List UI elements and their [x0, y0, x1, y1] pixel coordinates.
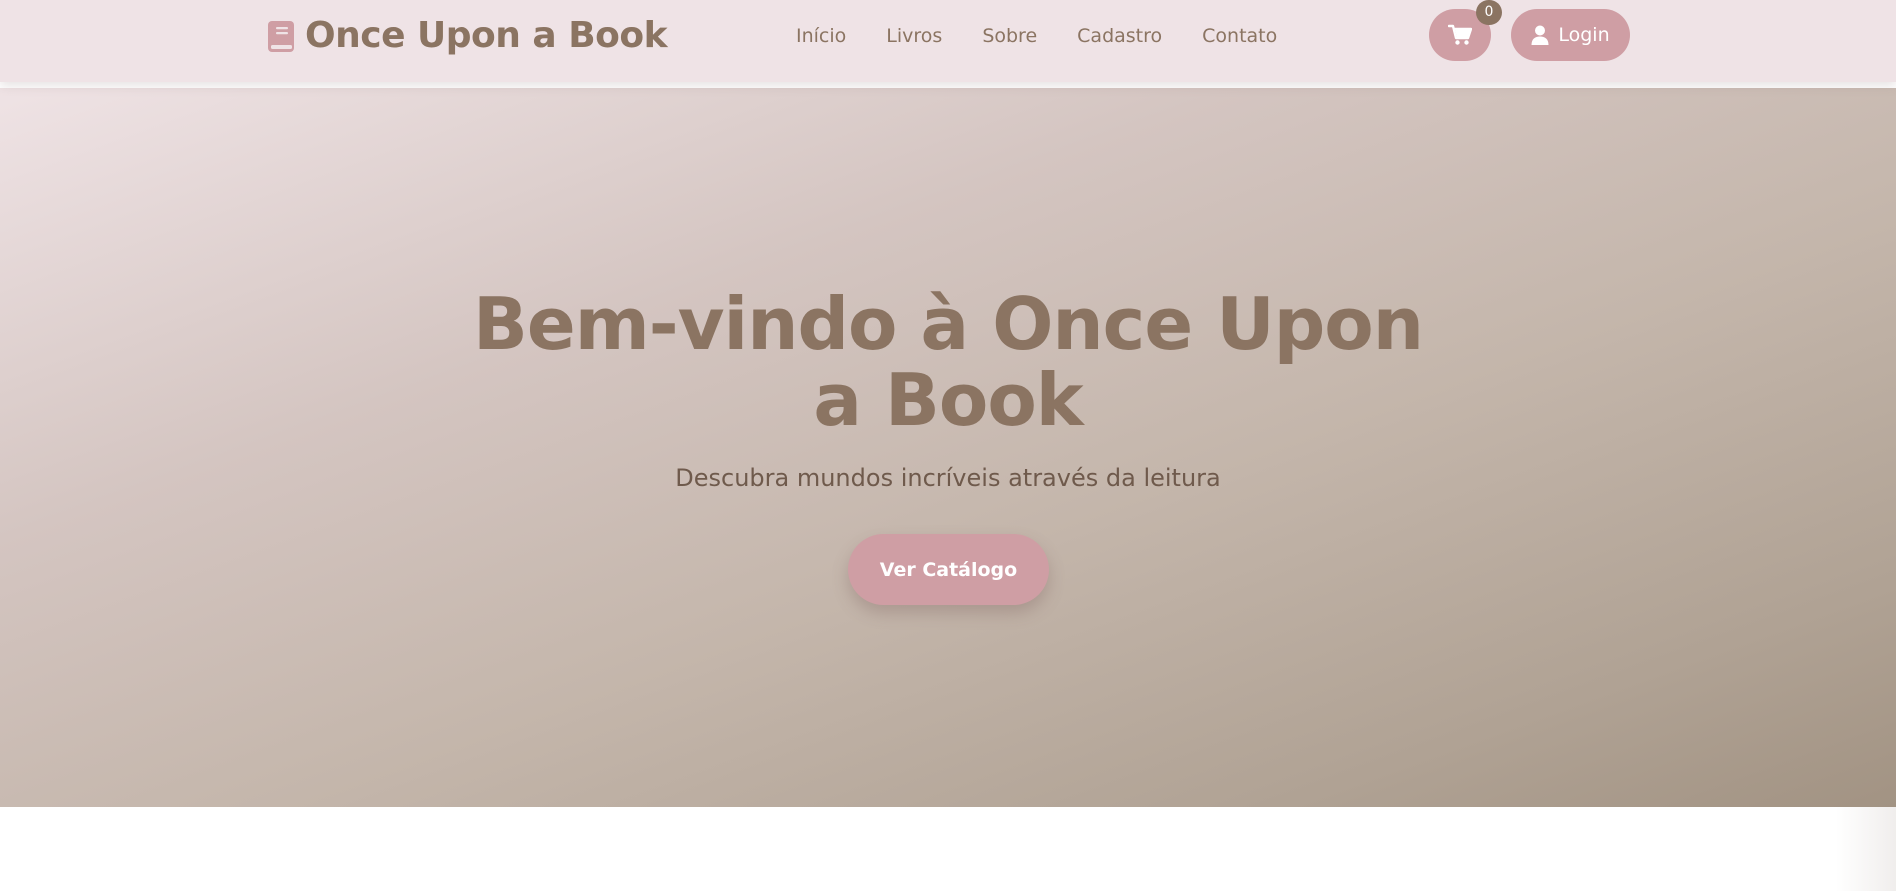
nav-link-sobre[interactable]: Sobre [982, 22, 1037, 50]
navbar: Once Upon a Book Início Livros Sobre Cad… [0, 0, 1896, 82]
brand-name: Once Upon a Book [305, 15, 668, 56]
view-catalog-button[interactable]: Ver Catálogo [848, 534, 1049, 605]
login-button[interactable]: Login [1511, 9, 1630, 61]
nav-link-inicio[interactable]: Início [796, 22, 846, 50]
user-icon [1531, 25, 1549, 45]
brand-link[interactable]: Once Upon a Book [267, 14, 668, 58]
nav-link-livros[interactable]: Livros [886, 22, 942, 50]
edge-shadow [1836, 807, 1896, 891]
main-nav: Início Livros Sobre Cadastro Contato [796, 22, 1317, 50]
hero-section: Bem-vindo à Once Upon a Book Descubra mu… [0, 88, 1896, 807]
cart-count-badge: 0 [1476, 0, 1502, 25]
hero-subtitle: Descubra mundos incríveis através da lei… [675, 464, 1221, 492]
login-label: Login [1558, 24, 1610, 46]
cart-icon [1448, 24, 1472, 45]
book-icon [268, 20, 294, 52]
nav-link-cadastro[interactable]: Cadastro [1077, 22, 1162, 50]
hero-title: Bem-vindo à Once Upon a Book [473, 282, 1424, 442]
content-area [0, 807, 1896, 891]
nav-link-contato[interactable]: Contato [1202, 22, 1277, 50]
